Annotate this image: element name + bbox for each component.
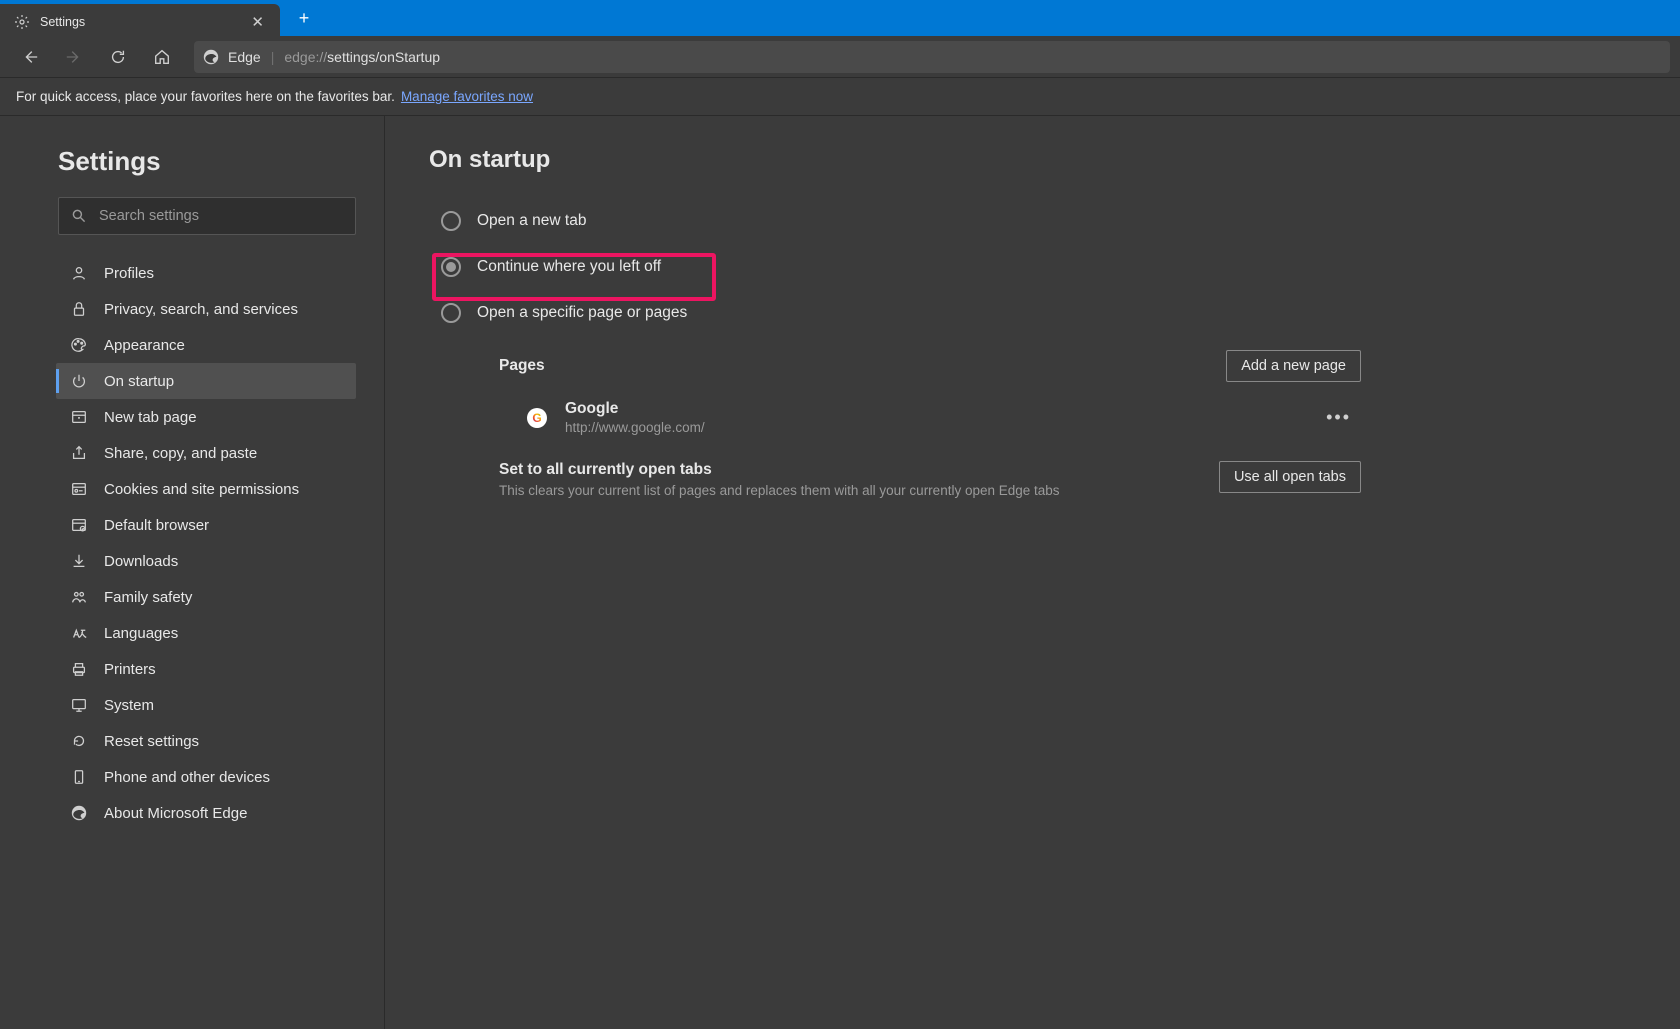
tab-title: Settings [40,15,237,29]
close-icon[interactable]: ✕ [247,11,268,34]
sidebar-item-about[interactable]: About Microsoft Edge [56,795,356,831]
settings-header: Settings [58,146,354,177]
permissions-icon [70,480,88,498]
new-tab-button[interactable]: + [286,0,322,36]
favorites-bar: For quick access, place your favorites h… [0,78,1680,116]
manage-favorites-link[interactable]: Manage favorites now [401,89,533,104]
browser-tab[interactable]: Settings ✕ [0,4,280,40]
main-content: On startup Open a new tab Continue where… [385,116,1680,1029]
sidebar-item-share[interactable]: Share, copy, and paste [56,435,356,471]
page-url: http://www.google.com/ [565,420,705,435]
page-entry: G Google http://www.google.com/ ••• [499,400,1361,435]
refresh-button[interactable] [98,40,138,74]
set-all-desc: This clears your current list of pages a… [499,483,1060,498]
download-icon [70,552,88,570]
lock-icon [70,300,88,318]
radio-label: Open a specific page or pages [477,304,687,322]
sidebar-item-downloads[interactable]: Downloads [56,543,356,579]
content-area: Settings Search settings Profiles Privac… [0,116,1680,1029]
startup-radio-group: Open a new tab Continue where you left o… [429,198,1636,336]
google-favicon-icon: G [527,408,547,428]
pages-header: Pages [499,357,545,375]
sidebar-item-label: Profiles [104,265,154,282]
page-title: On startup [429,146,1636,174]
radio-continue[interactable]: Continue where you left off [439,244,1636,290]
home-button[interactable] [142,40,182,74]
edge-icon [202,48,220,66]
sidebar-item-label: Appearance [104,337,185,354]
address-scheme: edge:// [284,49,327,65]
sidebar-item-label: Printers [104,661,156,678]
sidebar-item-default[interactable]: Default browser [56,507,356,543]
browser-icon [70,516,88,534]
sidebar-item-label: Reset settings [104,733,199,750]
radio-icon [441,303,461,323]
sidebar-item-appearance[interactable]: Appearance [56,327,356,363]
sidebar: Settings Search settings Profiles Privac… [0,116,385,1029]
sidebar-item-profiles[interactable]: Profiles [56,255,356,291]
radio-label: Open a new tab [477,212,586,230]
title-bar: Settings ✕ + [0,0,1680,36]
sidebar-item-label: About Microsoft Edge [104,805,247,822]
toolbar: Edge | edge://settings/onStartup [0,36,1680,78]
sidebar-item-label: New tab page [104,409,197,426]
sidebar-item-label: Privacy, search, and services [104,301,298,318]
window-icon [70,408,88,426]
address-bar[interactable]: Edge | edge://settings/onStartup [194,41,1670,73]
sidebar-item-label: Family safety [104,589,192,606]
phone-icon [70,768,88,786]
favorites-bar-text: For quick access, place your favorites h… [16,89,395,104]
sidebar-item-label: Cookies and site permissions [104,481,299,498]
power-icon [70,372,88,390]
radio-open-new-tab[interactable]: Open a new tab [439,198,1636,244]
sidebar-items: Profiles Privacy, search, and services A… [56,255,354,831]
sidebar-item-phone[interactable]: Phone and other devices [56,759,356,795]
sidebar-item-startup[interactable]: On startup [56,363,356,399]
more-button[interactable]: ••• [1316,403,1361,432]
sidebar-item-newtab[interactable]: New tab page [56,399,356,435]
sidebar-item-reset[interactable]: Reset settings [56,723,356,759]
sidebar-item-label: Default browser [104,517,209,534]
system-icon [70,696,88,714]
radio-specific-page[interactable]: Open a specific page or pages [439,290,1636,336]
add-page-button[interactable]: Add a new page [1226,350,1361,382]
sidebar-item-label: On startup [104,373,174,390]
search-placeholder: Search settings [99,208,199,224]
radio-label: Continue where you left off [477,258,661,276]
language-icon [70,624,88,642]
gear-icon [14,14,30,30]
profile-icon [70,264,88,282]
back-button[interactable] [10,40,50,74]
forward-button[interactable] [54,40,94,74]
sidebar-item-label: System [104,697,154,714]
sidebar-item-label: Phone and other devices [104,769,270,786]
sidebar-item-printers[interactable]: Printers [56,651,356,687]
sidebar-item-family[interactable]: Family safety [56,579,356,615]
reset-icon [70,732,88,750]
set-all-title: Set to all currently open tabs [499,461,1060,479]
sidebar-item-label: Share, copy, and paste [104,445,257,462]
sidebar-item-system[interactable]: System [56,687,356,723]
use-all-tabs-button[interactable]: Use all open tabs [1219,461,1361,493]
address-label: Edge [228,49,261,65]
radio-icon [441,211,461,231]
appearance-icon [70,336,88,354]
share-icon [70,444,88,462]
family-icon [70,588,88,606]
address-divider: | [271,49,275,65]
search-input[interactable]: Search settings [58,197,356,235]
sidebar-item-languages[interactable]: Languages [56,615,356,651]
sidebar-item-label: Downloads [104,553,178,570]
printer-icon [70,660,88,678]
search-icon [71,208,87,224]
sidebar-item-cookies[interactable]: Cookies and site permissions [56,471,356,507]
sidebar-item-privacy[interactable]: Privacy, search, and services [56,291,356,327]
pages-section: Pages Add a new page G Google http://www… [429,350,1636,498]
address-path: settings/onStartup [327,49,440,65]
page-name: Google [565,400,705,418]
sidebar-item-label: Languages [104,625,178,642]
edge-icon [70,804,88,822]
radio-icon [441,257,461,277]
